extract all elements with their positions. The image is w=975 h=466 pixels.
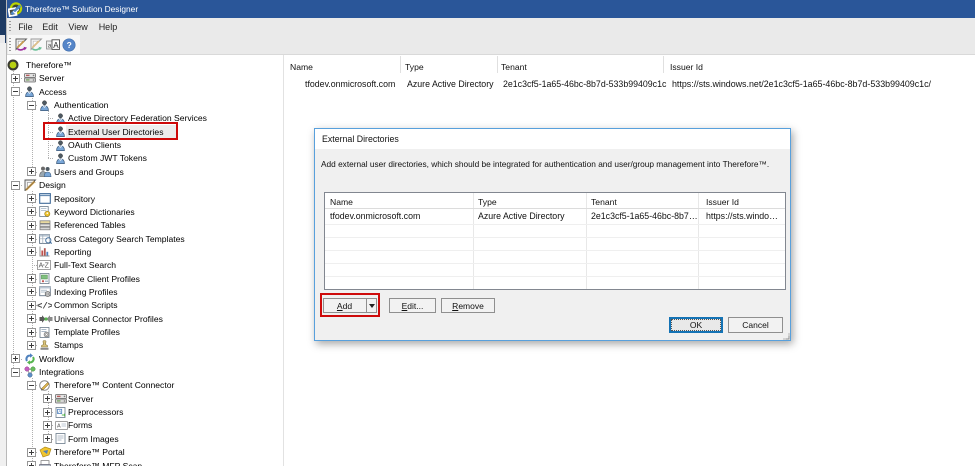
svg-text:A: A bbox=[39, 263, 44, 270]
svg-text:</>: </> bbox=[37, 302, 52, 311]
svg-text:A: A bbox=[58, 408, 61, 413]
svg-text:?: ? bbox=[67, 40, 72, 50]
svg-text:A: A bbox=[57, 423, 61, 429]
svg-text:a: a bbox=[48, 43, 52, 50]
svg-text:Z: Z bbox=[45, 263, 50, 270]
svg-text:A: A bbox=[53, 41, 59, 50]
